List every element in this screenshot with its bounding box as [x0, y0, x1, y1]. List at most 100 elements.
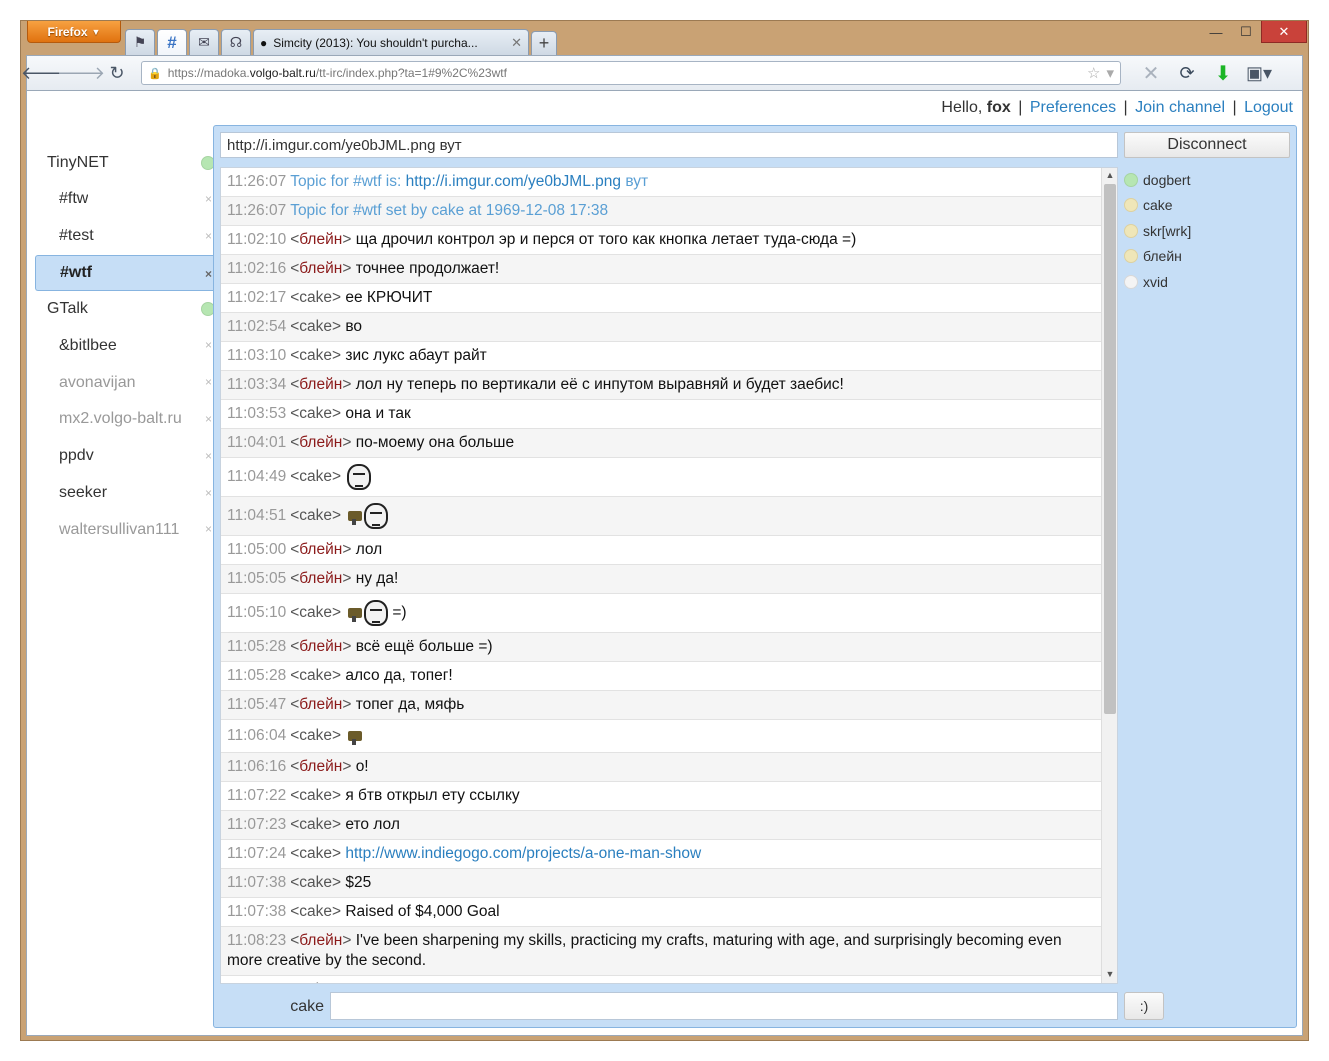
nick[interactable]: cake — [299, 727, 332, 744]
nick[interactable]: cake — [299, 289, 332, 306]
user-item[interactable]: cake — [1124, 193, 1290, 219]
message-text: Raised of $4,000 Goal — [345, 903, 500, 920]
timestamp: 11:26:07 — [227, 173, 287, 190]
server-gtalk[interactable]: GTalk — [35, 291, 215, 327]
nick[interactable]: блейн — [299, 758, 342, 775]
close-channel-icon[interactable]: × — [205, 375, 212, 389]
scrollbar[interactable]: ▲ ▼ — [1101, 168, 1117, 983]
smiley-button[interactable]: :) — [1124, 992, 1164, 1020]
channel-mx2[interactable]: mx2.volgo-balt.ru × — [35, 401, 215, 438]
maximize-button[interactable]: ☐ — [1231, 21, 1261, 43]
nick[interactable]: cake — [299, 787, 332, 804]
nick[interactable]: cake — [299, 816, 332, 833]
nick[interactable]: cake — [299, 507, 332, 524]
url-dropdown-icon[interactable]: ▾ — [1106, 64, 1114, 82]
nick[interactable]: cake — [299, 318, 332, 335]
nick[interactable]: блейн — [299, 260, 342, 277]
pinned-tab-app[interactable]: ⚑ — [125, 29, 155, 55]
pinned-tab-mail[interactable]: ✉ — [189, 29, 219, 55]
user-status-icon — [1124, 249, 1138, 264]
channel-ftw[interactable]: #ftw × — [35, 181, 215, 218]
channel-seeker[interactable]: seeker × — [35, 475, 215, 512]
download-button[interactable]: ⬇ — [1205, 58, 1241, 88]
close-channel-icon[interactable]: × — [205, 267, 212, 281]
nick[interactable]: cake — [299, 845, 332, 862]
close-tab-icon[interactable]: ✕ — [511, 35, 522, 51]
nick[interactable]: cake — [299, 347, 332, 364]
close-window-button[interactable]: ✕ — [1261, 21, 1307, 43]
face-emoticon-icon — [364, 600, 389, 626]
join-channel-link[interactable]: Join channel — [1135, 99, 1225, 116]
timestamp: 11:08:23 — [227, 932, 287, 949]
tab-simcity[interactable]: ● Simcity (2013): You shouldn't purcha..… — [253, 29, 529, 55]
user-item[interactable]: dogbert — [1124, 167, 1290, 193]
nick[interactable]: cake — [299, 604, 332, 621]
message-link[interactable]: http://i.imgur.com/ye0bJML.png — [406, 173, 621, 190]
new-tab-button[interactable]: + — [531, 31, 557, 55]
message-link[interactable]: http://www.indiegogo.com/projects/a-one-… — [345, 845, 701, 862]
server-tinynet[interactable]: TinyNET — [35, 145, 215, 181]
firefox-menu-button[interactable]: Firefox ▼ — [27, 21, 121, 43]
stop-button[interactable]: ✕ — [1133, 58, 1169, 88]
user-name: dogbert — [1143, 171, 1191, 188]
nick[interactable]: cake — [299, 903, 332, 920]
logout-link[interactable]: Logout — [1244, 99, 1293, 116]
nick[interactable]: cake — [299, 405, 332, 422]
scroll-up-icon[interactable]: ▲ — [1102, 170, 1117, 182]
user-item[interactable]: skr[wrk] — [1124, 218, 1290, 244]
timestamp: 11:05:28 — [227, 667, 287, 684]
scroll-thumb[interactable] — [1104, 184, 1116, 714]
nick[interactable]: блейн — [299, 434, 342, 451]
channel-bitlbee[interactable]: &bitlbee × — [35, 327, 215, 364]
nick[interactable]: cake — [299, 468, 332, 485]
bookmark-star-icon[interactable]: ☆ — [1087, 64, 1100, 82]
minimize-button[interactable]: — — [1201, 21, 1231, 43]
close-channel-icon[interactable]: × — [205, 192, 212, 206]
nick[interactable]: блейн — [299, 570, 342, 587]
channel-waltersullivan111[interactable]: waltersullivan111 × — [35, 511, 215, 548]
channel-avonavijan[interactable]: avonavijan × — [35, 364, 215, 401]
scroll-down-icon[interactable]: ▼ — [1102, 969, 1117, 981]
nick[interactable]: блейн — [299, 376, 342, 393]
nick-bracket: < — [290, 845, 300, 862]
message-row: 11:05:05 <блейн> ну да! — [221, 565, 1102, 594]
site-favicon-icon: ● — [260, 35, 268, 50]
channel-test[interactable]: #test × — [35, 218, 215, 255]
close-channel-icon[interactable]: × — [205, 229, 212, 243]
nick[interactable]: cake — [299, 981, 332, 983]
pinned-tab-music[interactable]: ☊ — [221, 29, 251, 55]
close-channel-icon[interactable]: × — [205, 412, 212, 426]
nick-bracket: < — [290, 347, 300, 364]
nick[interactable]: блейн — [299, 696, 342, 713]
nick-bracket: > — [332, 347, 346, 364]
addon-menu-button[interactable]: ▣▾ — [1241, 58, 1277, 88]
user-item[interactable]: xvid — [1124, 269, 1290, 295]
user-name: блейн — [1143, 248, 1182, 265]
user-item[interactable]: блейн — [1124, 244, 1290, 270]
nick[interactable]: блейн — [299, 932, 342, 949]
nick[interactable]: блейн — [299, 638, 342, 655]
channel-ppdv[interactable]: ppdv × — [35, 438, 215, 475]
channel-wtf[interactable]: #wtf × — [35, 254, 215, 292]
nick-bracket: < — [290, 318, 300, 335]
reload-button[interactable]: ↻ — [99, 58, 135, 88]
gun-emoticon-icon — [348, 608, 363, 622]
sync-button[interactable]: ⟳ — [1169, 58, 1205, 88]
nick[interactable]: блейн — [299, 231, 342, 248]
separator: | — [1018, 99, 1023, 116]
pinned-tab-irc[interactable]: # — [157, 29, 187, 55]
nick-bracket: < — [290, 541, 300, 558]
nick[interactable]: блейн — [299, 541, 342, 558]
nick[interactable]: cake — [299, 667, 332, 684]
preferences-link[interactable]: Preferences — [1030, 99, 1116, 116]
disconnect-button[interactable]: Disconnect — [1124, 132, 1290, 158]
close-channel-icon[interactable]: × — [205, 522, 212, 536]
close-channel-icon[interactable]: × — [205, 449, 212, 463]
close-channel-icon[interactable]: × — [205, 486, 212, 500]
address-bar[interactable]: 🔒 https://madoka.volgo-balt.ru/tt-irc/in… — [141, 61, 1121, 85]
close-channel-icon[interactable]: × — [205, 338, 212, 352]
forward-button[interactable]: 🡒 — [57, 58, 105, 88]
message-input[interactable] — [330, 992, 1118, 1020]
topic-field[interactable]: http://i.imgur.com/ye0bJML.png вут — [220, 132, 1118, 158]
nick[interactable]: cake — [299, 874, 332, 891]
